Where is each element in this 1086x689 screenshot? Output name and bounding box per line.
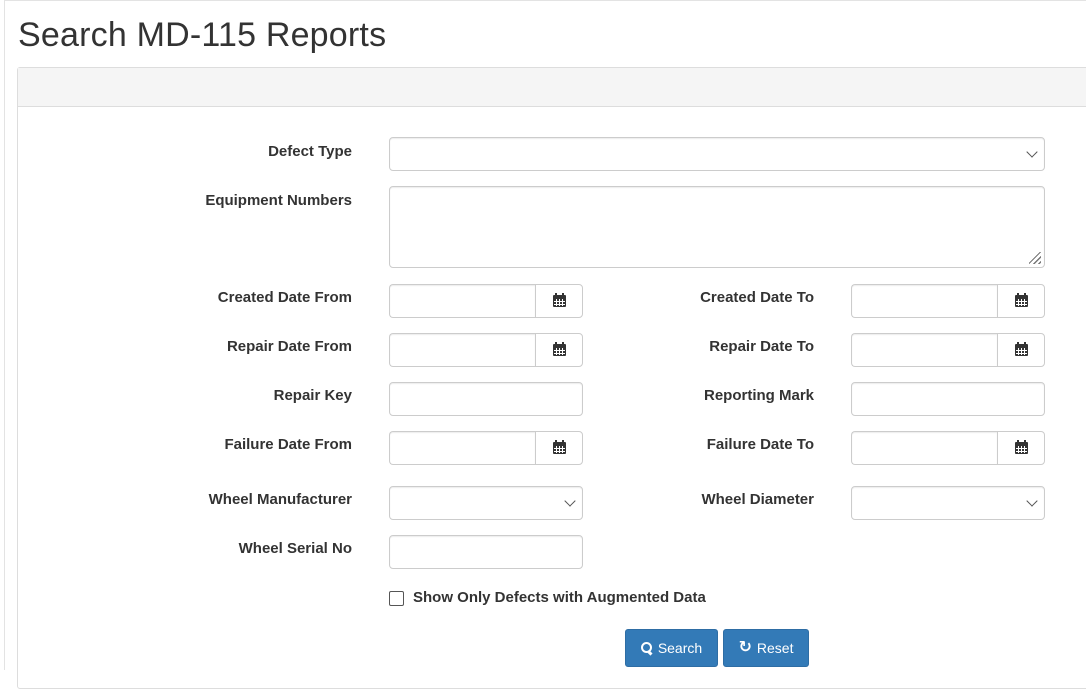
augmented-data-checkbox[interactable] xyxy=(389,591,404,606)
repair-date-to-calendar-button[interactable] xyxy=(997,333,1045,367)
calendar-icon xyxy=(553,440,566,454)
search-icon xyxy=(640,642,653,654)
chevron-down-icon xyxy=(1026,495,1038,507)
search-button-label: Search xyxy=(657,640,703,656)
wheel-diameter-label: Wheel Diameter xyxy=(701,491,814,508)
defect-type-label: Defect Type xyxy=(268,143,352,160)
chevron-down-icon xyxy=(1026,146,1038,158)
resize-grip-icon[interactable] xyxy=(1029,252,1041,264)
repair-date-from-calendar-button[interactable] xyxy=(535,333,583,367)
created-date-to-calendar-button[interactable] xyxy=(997,284,1045,318)
repair-date-to-label: Repair Date To xyxy=(709,338,814,355)
reporting-mark-input[interactable] xyxy=(851,382,1045,416)
repair-key-label: Repair Key xyxy=(273,387,352,404)
calendar-icon xyxy=(553,293,566,307)
wheel-manufacturer-select[interactable] xyxy=(389,486,583,520)
calendar-icon xyxy=(1015,293,1028,307)
repair-key-input[interactable] xyxy=(389,382,583,416)
created-date-from-input[interactable] xyxy=(389,284,535,318)
repair-date-to-input[interactable] xyxy=(851,333,997,367)
page-title: Search MD-115 Reports xyxy=(18,16,387,54)
defect-type-select[interactable] xyxy=(389,137,1045,171)
wheel-serial-no-input[interactable] xyxy=(389,535,583,569)
calendar-icon xyxy=(553,342,566,356)
frame-top-border xyxy=(4,0,1086,1)
chevron-down-icon xyxy=(564,495,576,507)
wheel-diameter-select[interactable] xyxy=(851,486,1045,520)
failure-date-to-input[interactable] xyxy=(851,431,997,465)
created-date-to-label: Created Date To xyxy=(700,289,814,306)
created-date-from-label: Created Date From xyxy=(217,289,352,306)
equipment-numbers-textarea[interactable] xyxy=(389,186,1045,268)
wheel-serial-no-label: Wheel Serial No xyxy=(238,540,352,557)
wheel-manufacturer-label: Wheel Manufacturer xyxy=(208,491,352,508)
created-date-to-input[interactable] xyxy=(851,284,997,318)
equipment-numbers-label: Equipment Numbers xyxy=(205,192,352,209)
refresh-icon: ↻ xyxy=(738,639,752,656)
failure-date-from-label: Failure Date From xyxy=(224,436,352,453)
reset-button[interactable]: ↻ Reset xyxy=(723,629,809,667)
calendar-icon xyxy=(1015,342,1028,356)
panel-heading xyxy=(18,68,1086,107)
calendar-icon xyxy=(1015,440,1028,454)
failure-date-to-label: Failure Date To xyxy=(706,436,814,453)
augmented-data-checkbox-label[interactable]: Show Only Defects with Augmented Data xyxy=(413,589,706,606)
reporting-mark-label: Reporting Mark xyxy=(703,387,814,404)
repair-date-from-label: Repair Date From xyxy=(226,338,352,355)
created-date-from-calendar-button[interactable] xyxy=(535,284,583,318)
reset-button-label: Reset xyxy=(756,640,794,656)
repair-date-from-input[interactable] xyxy=(389,333,535,367)
frame-left-border xyxy=(4,0,5,670)
failure-date-to-calendar-button[interactable] xyxy=(997,431,1045,465)
search-button[interactable]: Search xyxy=(625,629,718,667)
failure-date-from-calendar-button[interactable] xyxy=(535,431,583,465)
failure-date-from-input[interactable] xyxy=(389,431,535,465)
